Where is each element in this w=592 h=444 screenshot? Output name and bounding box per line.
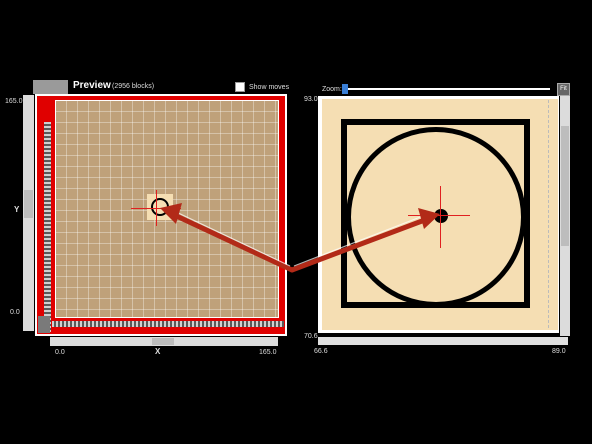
- zoom-guide-line: [548, 100, 549, 328]
- zoom-slider-thumb[interactable]: [342, 84, 348, 94]
- zoom-y-max: 93.0: [304, 96, 318, 103]
- scrollbar-thumb[interactable]: [24, 190, 33, 218]
- scrollbar-thumb[interactable]: [561, 126, 569, 246]
- target-circle-small: [151, 198, 169, 216]
- x-axis-max: 165.0: [259, 349, 277, 356]
- zoom-y-min: 70.6: [304, 333, 318, 340]
- center-dot: [434, 209, 448, 223]
- block-count: (2956 blocks): [112, 83, 155, 90]
- y-axis-label: Y: [14, 205, 20, 214]
- show-moves-label: Show moves: [249, 83, 290, 91]
- preview-tab-handle[interactable]: [33, 80, 68, 94]
- y-axis-min: 0.0: [10, 309, 20, 316]
- zoom-horizontal-scrollbar[interactable]: [318, 337, 568, 345]
- preview-vertical-scrollbar[interactable]: [23, 95, 34, 331]
- origin-corner: [38, 316, 50, 333]
- scrollbar-thumb[interactable]: [152, 338, 174, 345]
- zoom-slider-track[interactable]: [342, 88, 550, 90]
- zoom-label: Zoom:: [322, 86, 342, 93]
- x-axis-label: X: [155, 347, 161, 356]
- y-axis-max: 165.0: [5, 98, 23, 105]
- crosshair-vertical: [156, 190, 157, 226]
- bottom-hatch-strip: [52, 321, 284, 327]
- zoom-vertical-scrollbar[interactable]: [560, 96, 570, 336]
- preview-horizontal-scrollbar[interactable]: [50, 337, 278, 346]
- zoom-crosshair-vertical: [440, 186, 441, 248]
- zoom-crosshair-horizontal: [408, 215, 470, 216]
- zoom-x-max: 89.0: [552, 348, 566, 355]
- left-hatch-strip: [44, 122, 51, 332]
- show-moves-checkbox[interactable]: [235, 82, 245, 92]
- fit-button[interactable]: Fit: [557, 83, 570, 96]
- x-axis-min: 0.0: [55, 349, 65, 356]
- show-moves-toggle[interactable]: Show moves: [235, 82, 289, 92]
- zoom-x-min: 66.6: [314, 348, 328, 355]
- preview-title: Preview: [73, 80, 111, 91]
